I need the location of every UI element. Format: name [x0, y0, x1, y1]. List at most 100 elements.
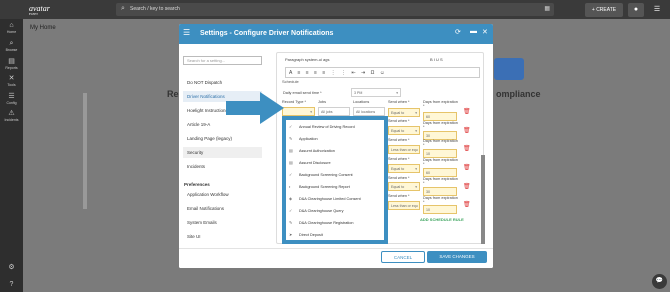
nav-home[interactable]: ⌂ Home — [0, 22, 23, 35]
config-icon: ☰ — [8, 93, 15, 100]
dropdown-option[interactable]: ✓ D&A Clearinghouse Query — [289, 206, 344, 217]
trash-icon[interactable]: 🗑 — [463, 145, 471, 152]
close-icon[interactable]: ✕ — [482, 28, 488, 36]
dropdown-option[interactable]: ▤ Assurnt Disclosure — [289, 158, 331, 169]
text-style-icons[interactable]: B I U S — [430, 57, 443, 62]
col-send-when: Send when * — [388, 194, 410, 198]
background-heading-left: Re — [167, 89, 179, 99]
daily-time-label: Daily email send time * — [283, 91, 322, 95]
col-locations: Locations — [353, 100, 370, 104]
dropdown-list: ✓ Annual Review of Driving Record ✎ Applic… — [286, 120, 384, 240]
user-icon[interactable]: ● — [628, 3, 644, 17]
document-icon: ▤ — [289, 149, 293, 153]
editor-format-toolbar[interactable]: Paragraph system-ui ags B I U S — [285, 57, 485, 62]
page-title: My Home — [30, 25, 56, 31]
side-item-landing-page[interactable]: Landing Page (legacy) — [183, 133, 262, 144]
nav-browse[interactable]: ⌕ Browse — [0, 40, 23, 53]
top-bar: avatar FLEET ⌕ Search / key to search ▦ … — [0, 0, 670, 19]
col-days: Days from expiration * — [423, 100, 458, 108]
cancel-button[interactable]: CANCEL — [381, 251, 425, 263]
chevron-down-icon: ▾ — [310, 110, 312, 114]
maximize-icon[interactable]: ▬ — [470, 28, 477, 35]
dropdown-option[interactable]: ◈ D&A Clearinghouse Limited Consent — [289, 194, 361, 205]
side-item-email-notifications[interactable]: Email Notifications — [183, 203, 262, 214]
days-input[interactable]: 10 — [423, 149, 457, 158]
side-item-security[interactable]: Security — [183, 147, 262, 158]
editor-toolbar[interactable]: A ≡ ≡ ≡ ≡ ⋮ ⋮ ⇤ ⇥ Ω ☺ — [285, 67, 480, 78]
send-when-select[interactable]: Equal to ▾ — [388, 126, 420, 135]
refresh-icon[interactable]: ⟳ — [455, 28, 461, 36]
days-input[interactable]: 60 — [423, 112, 457, 121]
record-type-select[interactable]: ▾ — [282, 107, 315, 116]
side-item-site-ui[interactable]: Site UI — [183, 231, 262, 242]
daily-time-select[interactable]: 3 PM ▾ — [351, 88, 401, 97]
add-schedule-rule-button[interactable]: ADD SCHEDULE RULE — [420, 217, 464, 222]
days-input[interactable]: 30 — [423, 187, 457, 196]
document-icon: ▤ — [289, 161, 293, 165]
col-days: Days from expiration * — [423, 158, 458, 166]
nav-incidents[interactable]: ⚠ Incidents — [0, 110, 23, 123]
dropdown-option[interactable]: ➤ Direct Deposit — [289, 230, 323, 241]
trash-icon[interactable]: 🗑 — [463, 108, 471, 115]
chat-icon[interactable]: 💬 — [652, 274, 667, 289]
browse-icon: ⌕ — [9, 40, 14, 47]
days-input[interactable]: 60 — [423, 168, 457, 177]
nav-config[interactable]: ☰ Config — [0, 93, 23, 106]
incidents-icon: ⚠ — [8, 110, 15, 117]
side-item-application-workflow[interactable]: Application Workflow — [183, 189, 262, 200]
locations-select[interactable]: All locations — [353, 107, 385, 116]
app-logo[interactable]: avatar FLEET — [29, 4, 50, 16]
dropdown-option[interactable]: ◐ Background Screening Report — [289, 182, 350, 193]
trash-icon[interactable]: 🗑 — [463, 183, 471, 190]
send-when-select[interactable]: Equal to ▾ — [388, 164, 420, 173]
send-when-select[interactable]: Less than or equ — [388, 201, 420, 210]
dropdown-option[interactable]: ✓ Annual Review of Driving Record — [289, 122, 355, 133]
col-send-when: Send when * — [388, 100, 410, 104]
col-days: Days from expiration * — [423, 196, 458, 204]
tools-icon: ✕ — [8, 75, 15, 82]
days-input[interactable]: 10 — [423, 205, 457, 214]
side-item-incidents[interactable]: Incidents — [183, 161, 262, 172]
nav-tools[interactable]: ✕ Tools — [0, 75, 23, 88]
check-icon: ✓ — [289, 125, 293, 129]
record-type-dropdown: ✓ Annual Review of Driving Record ✎ Applic… — [282, 116, 388, 244]
settings-icon[interactable]: ⚙ — [0, 264, 23, 272]
check-icon: ✓ — [289, 173, 293, 177]
half-circle-icon: ◐ — [289, 185, 292, 189]
nav-reports[interactable]: ▤ Reports — [0, 58, 23, 71]
send-when-select[interactable]: Equal to ▾ — [388, 108, 420, 117]
trash-icon[interactable]: 🗑 — [463, 127, 471, 134]
sidebar-scrollbar[interactable] — [83, 93, 87, 209]
left-nav: ⌂ Home ⌕ Browse ▤ Reports ✕ Tools ☰ Config ⚠ I… — [0, 19, 23, 292]
content-scrollbar[interactable] — [481, 155, 485, 244]
chevron-down-icon: ▾ — [396, 91, 398, 95]
jobs-select[interactable]: All jobs — [318, 107, 350, 116]
trash-icon[interactable]: 🗑 — [463, 201, 471, 208]
save-changes-button[interactable]: SAVE CHANGES — [427, 251, 487, 263]
trash-icon[interactable]: 🗑 — [463, 164, 471, 171]
diamond-icon: ◈ — [289, 197, 292, 201]
create-button[interactable]: + CREATE — [585, 3, 623, 17]
dropdown-option[interactable]: ✎ Application — [289, 134, 318, 145]
background-heading-right: ompliance — [496, 89, 541, 99]
global-search[interactable]: ⌕ Search / key to search ▦ — [116, 3, 554, 16]
send-icon: ➤ — [289, 233, 293, 237]
help-icon[interactable]: ? — [0, 281, 23, 289]
col-send-when: Send when * — [388, 176, 410, 180]
dropdown-option[interactable]: ▤ Assurnt Authorization — [289, 146, 335, 157]
col-days: Days from expiration * — [423, 177, 458, 185]
side-item-system-emails[interactable]: System Emails — [183, 217, 262, 228]
settings-search-input[interactable]: Search for a setting... — [183, 56, 262, 65]
home-icon: ⌂ — [9, 22, 14, 29]
reports-icon: ▤ — [8, 58, 15, 65]
check-icon: ✓ — [289, 209, 293, 213]
annotation-arrow-icon — [226, 92, 284, 124]
dropdown-option[interactable]: ✓ Background Screening Consent — [289, 170, 353, 181]
apps-menu-icon[interactable]: ☰ — [651, 3, 663, 17]
side-item-do-not-dispatch[interactable]: Do NOT Dispatch — [183, 77, 262, 88]
send-when-select[interactable]: Less than or equ — [388, 145, 420, 154]
dropdown-option[interactable]: ✎ D&A Clearinghouse Registration — [289, 218, 353, 229]
hamburger-icon[interactable]: ☰ — [183, 28, 190, 37]
compliance-illustration — [494, 58, 524, 80]
send-when-select[interactable]: Equal to ▾ — [388, 182, 420, 191]
